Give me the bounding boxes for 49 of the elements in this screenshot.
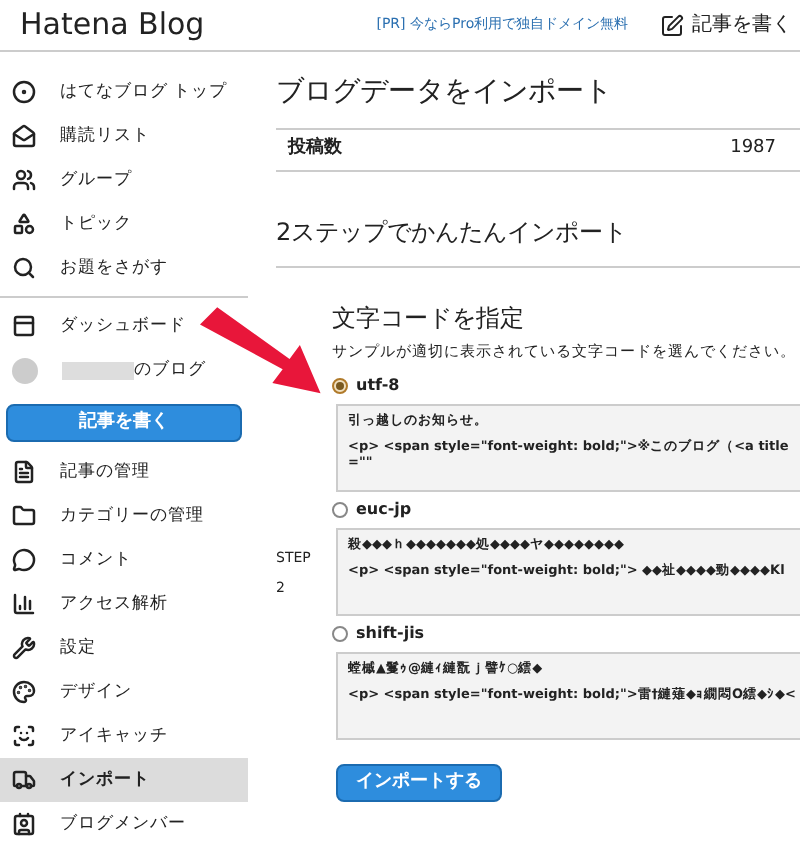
sidebar-item[interactable]: 購読リスト [0, 114, 248, 158]
logo-text[interactable]: Hatena Blog [20, 2, 205, 48]
blog-name[interactable]: のブログ [134, 357, 206, 383]
page-title: ブログデータをインポート [276, 74, 614, 112]
redacted-name [62, 361, 134, 379]
radio-button[interactable] [332, 378, 348, 394]
sidebar-item[interactable]: トピック [0, 202, 248, 246]
avatar [12, 357, 38, 383]
radio-button[interactable] [332, 626, 348, 642]
nav-icon [12, 80, 36, 104]
import-button[interactable]: インポートする [336, 764, 502, 802]
dashboard-link[interactable]: ダッシュボード [60, 313, 186, 339]
nav-icon [12, 460, 36, 485]
sidebar-item[interactable]: お題をさがす [0, 246, 248, 290]
radio-button[interactable] [332, 502, 348, 518]
nav-icon [12, 124, 36, 148]
edit-icon [660, 13, 685, 37]
radio-label[interactable]: utf-8 [356, 374, 400, 398]
sidebar-item[interactable]: グループ [0, 158, 248, 202]
nav-icon [12, 168, 36, 192]
sidebar-item[interactable]: コメント [0, 538, 248, 583]
step-heading: 2ステップでかんたんインポート [276, 216, 628, 250]
stat-value: 1987 [730, 136, 778, 163]
nav-icon [12, 724, 36, 749]
sidebar-item[interactable]: ブログメンバー [0, 802, 248, 842]
nav-icon [12, 680, 36, 705]
section-title: 文字コードを指定 [332, 302, 526, 336]
sidebar-item[interactable]: カテゴリーの管理 [0, 494, 248, 539]
nav-icon [12, 548, 36, 573]
nav-icon [12, 256, 36, 280]
sidebar-item[interactable]: アクセス解析 [0, 582, 248, 627]
nav-icon [12, 768, 36, 793]
write-button[interactable]: 記事を書く [6, 404, 242, 443]
sidebar-item[interactable]: デザイン [0, 670, 248, 715]
sidebar-item[interactable]: 設定 [0, 626, 248, 671]
nav-icon [12, 504, 36, 529]
nav-icon [12, 636, 36, 661]
write-link[interactable]: 記事を書く [692, 10, 793, 40]
sidebar-item[interactable]: インポート [0, 758, 248, 803]
radio-label[interactable]: euc-jp [356, 498, 412, 522]
nav-icon [12, 212, 36, 236]
stat-label: 投稿数 [285, 136, 342, 163]
radio-label[interactable]: shift-jis [356, 622, 425, 646]
sidebar-item[interactable]: アイキャッチ [0, 714, 248, 759]
sidebar-item[interactable]: はてなブログ トップ [0, 70, 248, 114]
dashboard-icon [12, 314, 36, 338]
nav-icon [12, 592, 36, 617]
nav-icon [12, 812, 36, 837]
sidebar-item[interactable]: 記事の管理 [0, 450, 248, 495]
